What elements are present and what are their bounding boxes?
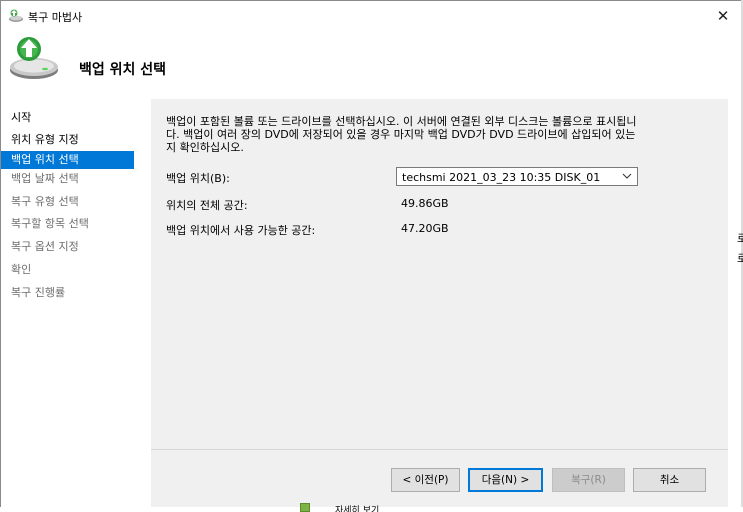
backup-location-label: 백업 위치(B): [166, 172, 230, 185]
background-text-fragment: 로 [737, 232, 743, 245]
nav-step-backup-location[interactable]: 백업 위치 선택 [1, 151, 134, 169]
instructions-line: 백업이 포함된 볼륨 또는 드라이브를 선택하십시오. 이 서버에 연결된 외부… [166, 115, 637, 128]
wizard-app-icon [9, 9, 23, 22]
backup-location-dropdown[interactable]: techsmi 2021_03_23 10:35 DISK_01 [396, 167, 638, 186]
nav-step-location-type[interactable]: 위치 유형 지정 [1, 131, 134, 149]
total-space-value: 49.86GB [401, 197, 449, 210]
close-icon: ✕ [716, 7, 730, 25]
nav-step-confirmation: 확인 [11, 263, 32, 276]
folder-icon [300, 503, 310, 512]
nav-step-start[interactable]: 시작 [1, 109, 134, 127]
chevron-down-icon [622, 169, 632, 186]
free-space-value: 47.20GB [401, 222, 449, 235]
background-link-text: 자세히 보기 [335, 506, 380, 512]
nav-step-recovery-type: 복구 유형 선택 [11, 195, 79, 208]
instructions-text: 백업이 포함된 볼륨 또는 드라이브를 선택하십시오. 이 서버에 연결된 외부… [166, 115, 722, 154]
nav-step-items-to-recover: 복구할 항목 선택 [11, 217, 89, 230]
recovery-wizard-window: 복구 마법사 ✕ 백업 위치 선택 시작 위치 유형 지정 백업 위치 선택 백… [0, 0, 742, 509]
button-divider [151, 449, 728, 450]
backup-location-selected: techsmi 2021_03_23 10:35 DISK_01 [402, 171, 601, 184]
instructions-line: 지 확인하십시오. [166, 141, 244, 154]
instructions-line: 다. 백업이 여러 장의 DVD에 저장되어 있을 경우 마지막 백업 DVD가… [166, 128, 636, 141]
wizard-content: 백업이 포함된 볼륨 또는 드라이브를 선택하십시오. 이 서버에 연결된 외부… [151, 99, 728, 508]
previous-button[interactable]: < 이전(P) [391, 468, 460, 492]
total-space-label: 위치의 전체 공간: [166, 199, 248, 212]
title-bar[interactable]: 복구 마법사 ✕ [1, 1, 742, 31]
page-title: 백업 위치 선택 [79, 62, 167, 78]
next-button[interactable]: 다음(N) > [468, 468, 543, 492]
recover-button: 복구(R) [552, 468, 625, 492]
background-text-fragment: 로 [737, 252, 743, 265]
nav-step-backup-date: 백업 날짜 선택 [11, 172, 79, 185]
window-title: 복구 마법사 [28, 11, 83, 24]
wizard-header: 백업 위치 선택 [1, 31, 742, 97]
disk-restore-icon [10, 37, 58, 79]
free-space-label: 백업 위치에서 사용 가능한 공간: [166, 224, 316, 237]
close-button[interactable]: ✕ [706, 3, 740, 29]
nav-step-recovery-options: 복구 옵션 지정 [11, 240, 79, 253]
nav-step-progress: 복구 진행률 [11, 286, 66, 299]
cancel-button[interactable]: 취소 [633, 468, 706, 492]
wizard-step-nav: 시작 위치 유형 지정 백업 위치 선택 백업 날짜 선택 복구 유형 선택 복… [1, 99, 151, 508]
